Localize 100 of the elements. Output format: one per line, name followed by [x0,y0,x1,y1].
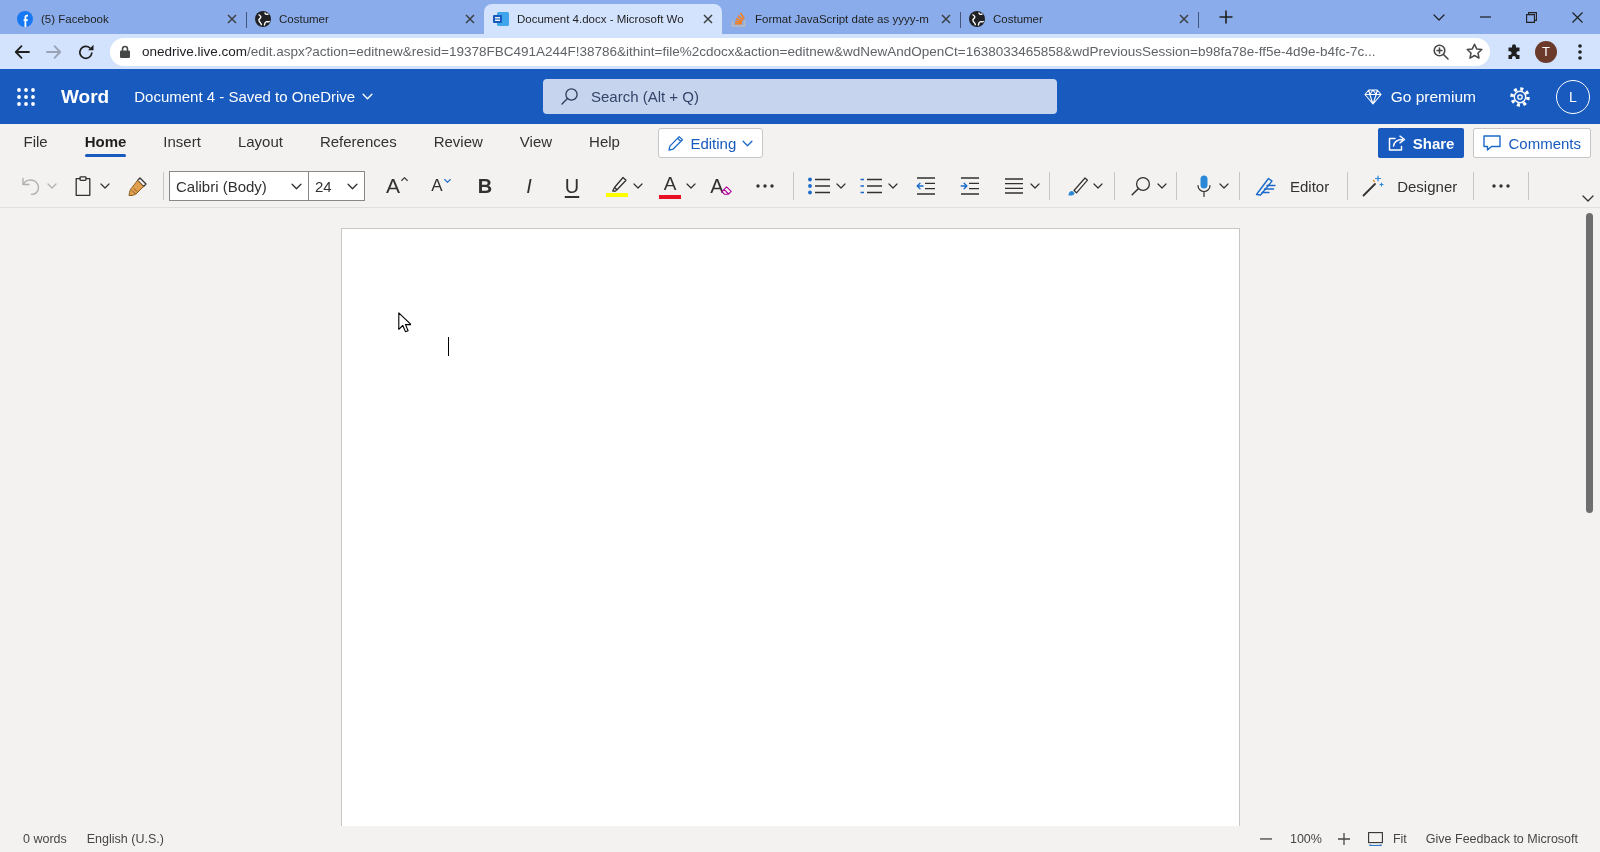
chevron-down-icon[interactable] [1157,183,1167,189]
chevron-down-icon[interactable] [1219,183,1229,189]
search-icon[interactable] [1131,176,1151,196]
chevron-down-icon[interactable] [888,183,898,189]
browser-tab[interactable]: Costumer [246,4,484,34]
chevron-down-icon[interactable] [347,182,358,190]
browser-tab[interactable]: Format JavaScript date as yyyy-m [722,4,960,34]
fit-icon [1367,832,1383,846]
comments-button[interactable]: Comments [1473,128,1591,158]
font-dropdown[interactable]: Calibri (Body) [169,171,309,201]
mode-dropdown[interactable]: Editing [658,128,764,158]
zoom-level-button[interactable]: 100% [1289,832,1322,846]
feedback-link[interactable]: Give Feedback to Microsoft [1425,832,1578,846]
chevron-down-icon[interactable] [836,183,846,189]
chevron-down-icon[interactable] [633,183,643,189]
browser-tab[interactable]: Document 4.docx - Microsoft Wo [484,4,722,34]
chevron-down-icon[interactable] [291,182,302,190]
caret-down-icon [443,179,451,183]
search-icon [561,88,578,105]
close-icon[interactable] [1179,14,1189,24]
diamond-icon [1363,88,1382,105]
dots-grid-icon[interactable] [17,87,35,106]
font-size-dropdown[interactable]: 24 [309,171,365,201]
chevron-down-icon[interactable] [100,183,110,189]
chevron-down-icon[interactable] [1093,183,1103,189]
ribbon-tab[interactable]: Review [415,124,502,165]
zoom-in-icon[interactable] [1337,833,1350,845]
highlighter-icon[interactable] [606,175,628,197]
fit-button[interactable]: Fit [1367,832,1407,846]
more-icon[interactable] [1492,184,1511,188]
plus-icon[interactable] [1219,10,1233,24]
reload-icon[interactable] [78,43,94,60]
underline-button[interactable]: U [557,171,587,201]
language-label[interactable]: English (U.S.) [86,832,164,846]
close-icon[interactable] [941,14,951,24]
chevron-down-icon[interactable] [686,183,696,189]
share-button[interactable]: Share [1377,128,1465,158]
increase-indent-icon[interactable] [960,177,980,195]
align-icon[interactable] [1004,178,1024,194]
menu-icon[interactable] [1578,43,1582,60]
chevron-down-icon[interactable] [1433,13,1445,21]
bullet-list-icon[interactable] [808,177,830,195]
search-field[interactable]: Search (Alt + Q) [543,79,1057,114]
close-icon[interactable] [1571,11,1583,23]
stack-icon [731,11,747,27]
pen-lines-icon [1255,176,1277,196]
ribbon-tab[interactable]: Home [66,124,145,165]
premium-button[interactable]: Go premium [1363,87,1476,106]
browser-tab[interactable]: Costumer [960,4,1198,34]
scrollbar[interactable] [1586,213,1593,513]
close-icon[interactable] [703,14,713,24]
ribbon-tab[interactable]: Help [570,124,639,165]
designer-button[interactable]: Designer [1356,170,1464,202]
numbered-list-icon[interactable] [860,177,882,195]
ribbon-tab[interactable]: File [5,124,67,165]
microphone-icon[interactable] [1197,175,1211,197]
pencil-icon [668,135,685,151]
italic-button[interactable]: I [514,171,544,201]
ribbon-tab[interactable]: View [501,124,571,165]
editor-button[interactable]: Editor [1249,170,1336,202]
clear-formatting-button[interactable]: A [708,171,734,201]
lock-icon [120,45,130,58]
chevron-down-icon[interactable] [1030,183,1040,189]
ribbon-tab[interactable]: Layout [219,124,302,165]
caret-up-icon [401,177,408,181]
share-icon [1387,135,1406,151]
decrease-indent-icon[interactable] [916,177,936,195]
profile-avatar[interactable]: T [1535,40,1557,63]
ribbon-tab[interactable]: References [301,124,416,165]
pen-icon[interactable] [1067,175,1089,197]
font-color-button[interactable]: A [658,171,682,201]
browser-tab[interactable]: (5) Facebook [8,4,246,34]
ribbon-tab[interactable]: Insert [144,124,220,165]
address-field[interactable]: onedrive.live.com/edit.aspx?action=editnew&resid=19378FBC491A244F!38786&ithint=file%2cdocx&action=editnew&wdNewAndOpenCt=1638033465858&wdPreviousSession=b98fa78e-ff5e-4d9e-b4fc-7c... [142,44,1427,59]
globe-icon [969,11,985,27]
zoom-in-icon[interactable] [1433,43,1449,60]
mouse-pointer-icon [398,312,411,333]
magic-wand-icon [1362,175,1385,197]
word-count: 0 words [23,832,67,846]
restore-icon[interactable] [1525,11,1537,23]
shrink-font-button[interactable]: A [426,171,456,201]
app-name[interactable]: Word [61,85,110,108]
document-icon [493,11,509,27]
text-cursor [448,337,449,356]
comment-icon [1483,135,1502,151]
puzzle-icon[interactable] [1506,43,1522,60]
chevron-down-icon[interactable] [1582,195,1594,202]
close-icon[interactable] [227,14,237,24]
document-title-button[interactable]: Document 4 - Saved to OneDrive [134,88,374,105]
minimize-icon[interactable] [1479,16,1491,18]
more-icon[interactable] [756,184,774,188]
back-icon[interactable] [14,43,30,60]
grow-font-button[interactable]: A [382,171,412,201]
clipboard-icon[interactable] [75,176,91,196]
settings-icon[interactable] [1510,86,1530,107]
bold-button[interactable]: B [470,171,500,201]
brush-icon[interactable] [128,176,148,196]
logo-icon [17,11,33,27]
close-icon[interactable] [465,14,475,24]
star-icon[interactable] [1466,43,1483,60]
